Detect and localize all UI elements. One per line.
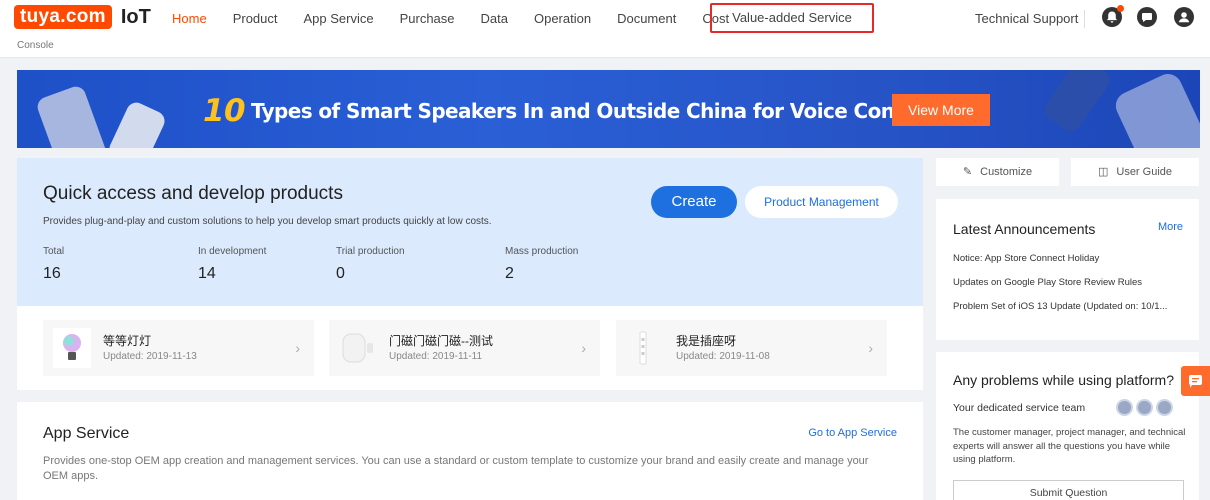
bulb-image [53,328,91,368]
nav-value-added-service[interactable]: Value-added Service [710,3,874,33]
speaker-illustration [1040,70,1114,136]
speaker-illustration [106,99,168,148]
banner-highlight-number: 10 [203,93,246,129]
stat-label: In development [198,246,267,257]
announcements-card: Latest Announcements More Notice: App St… [936,199,1199,340]
help-description: The customer manager, project manager, a… [953,427,1186,465]
service-team-label: Your dedicated service team [953,402,1086,414]
breadcrumb: Console [17,40,54,51]
go-to-app-service-link[interactable]: Go to App Service [808,427,897,439]
customize-label: Customize [980,166,1033,178]
chat-icon[interactable] [1181,366,1210,396]
stat-in-development: In development 14 [198,246,266,283]
avatar [1156,399,1173,416]
announcement-item[interactable]: Notice: App Store Connect Holiday [953,253,1185,264]
view-more-button[interactable]: View More [892,94,990,126]
create-button[interactable]: Create [651,186,737,218]
book-icon: ◫ [1097,166,1109,178]
chevron-right-icon: › [581,340,586,356]
product-name: 门磁门磁门磁--测试 [389,334,493,348]
nav-data[interactable]: Data [481,10,508,28]
user-guide-label: User Guide [1116,166,1173,178]
stat-value: 16 [43,265,61,282]
announcements-title: Latest Announcements [953,221,1096,237]
help-card: Any problems while using platform? Your … [936,352,1199,500]
quick-access-title: Quick access and develop products [43,183,343,204]
service-team-avatars [1116,399,1176,416]
product-updated: Updated: 2019-11-13 [103,351,197,362]
announcement-item[interactable]: Updates on Google Play Store Review Rule… [953,277,1185,288]
stat-mass-production: Mass production 2 [505,246,578,283]
avatar [1136,399,1153,416]
stat-value: 0 [336,265,345,282]
stat-value: 2 [505,265,514,282]
nav-home[interactable]: Home [172,10,207,28]
speaker-illustration [1111,70,1200,148]
user-icon[interactable] [1174,7,1194,27]
announcements-more-link[interactable]: More [1158,221,1183,233]
product-card[interactable]: 等等灯灯 Updated: 2019-11-13 › [43,320,314,376]
stat-label: Mass production [505,246,579,257]
stat-label: Trial production [336,246,405,257]
product-card[interactable]: 我是插座呀 Updated: 2019-11-08 › [616,320,887,376]
tuya-logo[interactable]: tuya.com IoT [14,5,151,29]
speaker-illustration [34,83,110,148]
banner-title: 10 Types of Smart Speakers In and Outside… [203,93,933,129]
technical-support-link[interactable]: Technical Support [975,10,1078,28]
customize-button[interactable]: ✎ Customize [936,158,1059,186]
logo-product-name: IoT [120,6,151,28]
header-divider [1084,10,1085,28]
nav-document[interactable]: Document [617,10,676,28]
product-updated: Updated: 2019-11-11 [389,351,483,362]
nav-value-added-service-label: Value-added Service [732,10,852,25]
door-sensor-image [339,328,377,368]
bell-icon[interactable] [1102,5,1124,27]
stat-value: 14 [198,265,216,282]
submit-question-button[interactable]: Submit Question [953,480,1184,500]
message-icon[interactable] [1137,7,1157,27]
power-strip-image [626,328,664,368]
announcement-item[interactable]: Problem Set of iOS 13 Update (Updated on… [953,301,1185,312]
nav-operation[interactable]: Operation [534,10,591,28]
stat-label: Total [43,246,65,257]
banner-title-text: Types of Smart Speakers In and Outside C… [250,99,933,123]
quick-access-card: Quick access and develop products Provid… [17,158,923,390]
app-service-description: Provides one-stop OEM app creation and m… [43,455,869,482]
quick-access-description: Provides plug-and-play and custom soluti… [43,216,492,227]
notification-dot [1117,5,1124,12]
main-nav: Home Product App Service Purchase Data O… [172,10,755,28]
pencil-icon: ✎ [962,166,973,178]
nav-purchase[interactable]: Purchase [400,10,455,28]
help-title: Any problems while using platform? [953,372,1174,388]
top-navigation-bar: tuya.com IoT Console Home Product App Se… [0,0,1210,58]
chevron-right-icon: › [868,340,873,356]
stat-total: Total 16 [43,246,64,283]
product-name: 我是插座呀 [676,334,737,348]
product-updated: Updated: 2019-11-08 [676,351,770,362]
product-name: 等等灯灯 [103,334,152,348]
user-guide-button[interactable]: ◫ User Guide [1071,158,1199,186]
stat-trial-production: Trial production 0 [336,246,405,283]
quick-access-header: Quick access and develop products Provid… [17,158,923,306]
app-service-card: App Service Go to App Service Provides o… [17,402,923,500]
nav-product[interactable]: Product [233,10,278,28]
product-management-button[interactable]: Product Management [745,186,898,218]
nav-app-service[interactable]: App Service [304,10,374,28]
avatar [1116,399,1133,416]
promo-banner[interactable]: 10 Types of Smart Speakers In and Outside… [17,70,1200,148]
app-service-title: App Service [43,425,130,442]
product-card[interactable]: 门磁门磁门磁--测试 Updated: 2019-11-11 › [329,320,600,376]
logo-mark: tuya.com [14,5,112,29]
chevron-right-icon: › [295,340,300,356]
